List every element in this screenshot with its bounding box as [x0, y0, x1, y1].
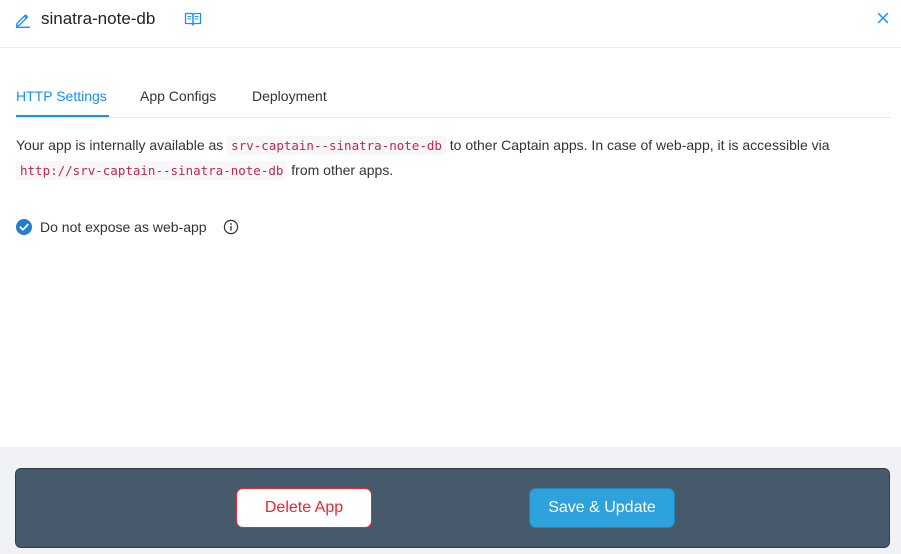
desc-text-1: Your app is internally available as	[16, 137, 228, 153]
app-header: sinatra-note-db	[0, 0, 901, 48]
internal-url-code: http://srv-captain--sinatra-note-db	[16, 161, 288, 180]
internal-address-description: Your app is internally available as srv-…	[16, 133, 886, 183]
delete-app-button[interactable]: Delete App	[236, 488, 372, 528]
checked-checkbox-icon[interactable]	[16, 219, 32, 235]
tab-http-settings[interactable]: HTTP Settings	[16, 88, 107, 104]
action-footer: Delete App Save & Update	[15, 468, 890, 548]
expose-checkbox-label[interactable]: Do not expose as web-app	[40, 219, 207, 235]
desc-text-3: from other apps.	[287, 162, 394, 178]
tab-app-configs[interactable]: App Configs	[140, 88, 216, 104]
app-name-title: sinatra-note-db	[41, 9, 156, 28]
book-icon[interactable]	[184, 11, 202, 27]
app-details-panel: sinatra-note-db HTTP Settings App Config…	[0, 0, 901, 447]
active-tab-indicator	[16, 115, 109, 117]
pencil-icon[interactable]	[14, 10, 32, 28]
info-circle-icon[interactable]	[223, 219, 239, 235]
desc-text-2: to other Captain apps. In case of web-ap…	[445, 137, 830, 153]
internal-host-code: srv-captain--sinatra-note-db	[227, 136, 446, 155]
save-update-button[interactable]: Save & Update	[529, 488, 675, 528]
settings-tabs: HTTP Settings App Configs Deployment	[16, 74, 891, 118]
close-icon[interactable]	[876, 11, 890, 25]
tab-deployment[interactable]: Deployment	[252, 88, 327, 104]
